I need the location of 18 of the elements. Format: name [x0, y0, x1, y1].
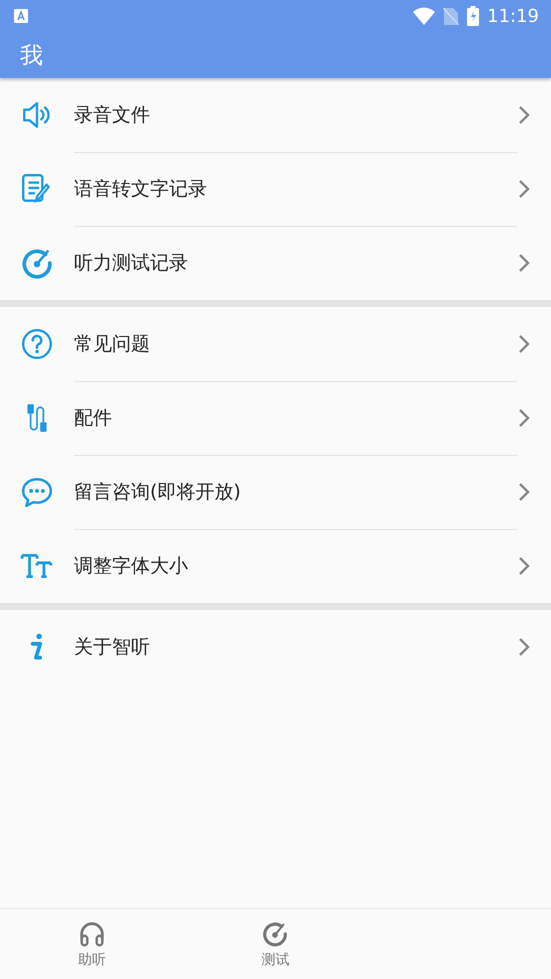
chevron-right-icon — [517, 556, 531, 576]
nav-tab[interactable]: 测试 — [184, 909, 368, 979]
chevron-right-icon — [517, 408, 531, 428]
chevron-right-icon — [517, 105, 531, 125]
chevron-right-icon — [517, 179, 531, 199]
keyboard-notification-icon — [14, 9, 28, 23]
chevron-right-icon — [517, 334, 531, 354]
chevron-right-icon — [517, 482, 531, 502]
chat-bubble-icon — [20, 475, 54, 509]
no-sim-icon — [443, 7, 460, 25]
chevron-right-icon — [517, 637, 531, 657]
page-title: 我 — [20, 42, 43, 70]
wifi-icon — [413, 7, 436, 25]
question-icon — [20, 327, 54, 361]
clock-time: 11:19 — [487, 6, 539, 26]
nav-tab[interactable]: 助听 — [0, 909, 184, 979]
chevron-right-icon — [517, 253, 531, 273]
battery-charging-icon — [467, 6, 480, 26]
